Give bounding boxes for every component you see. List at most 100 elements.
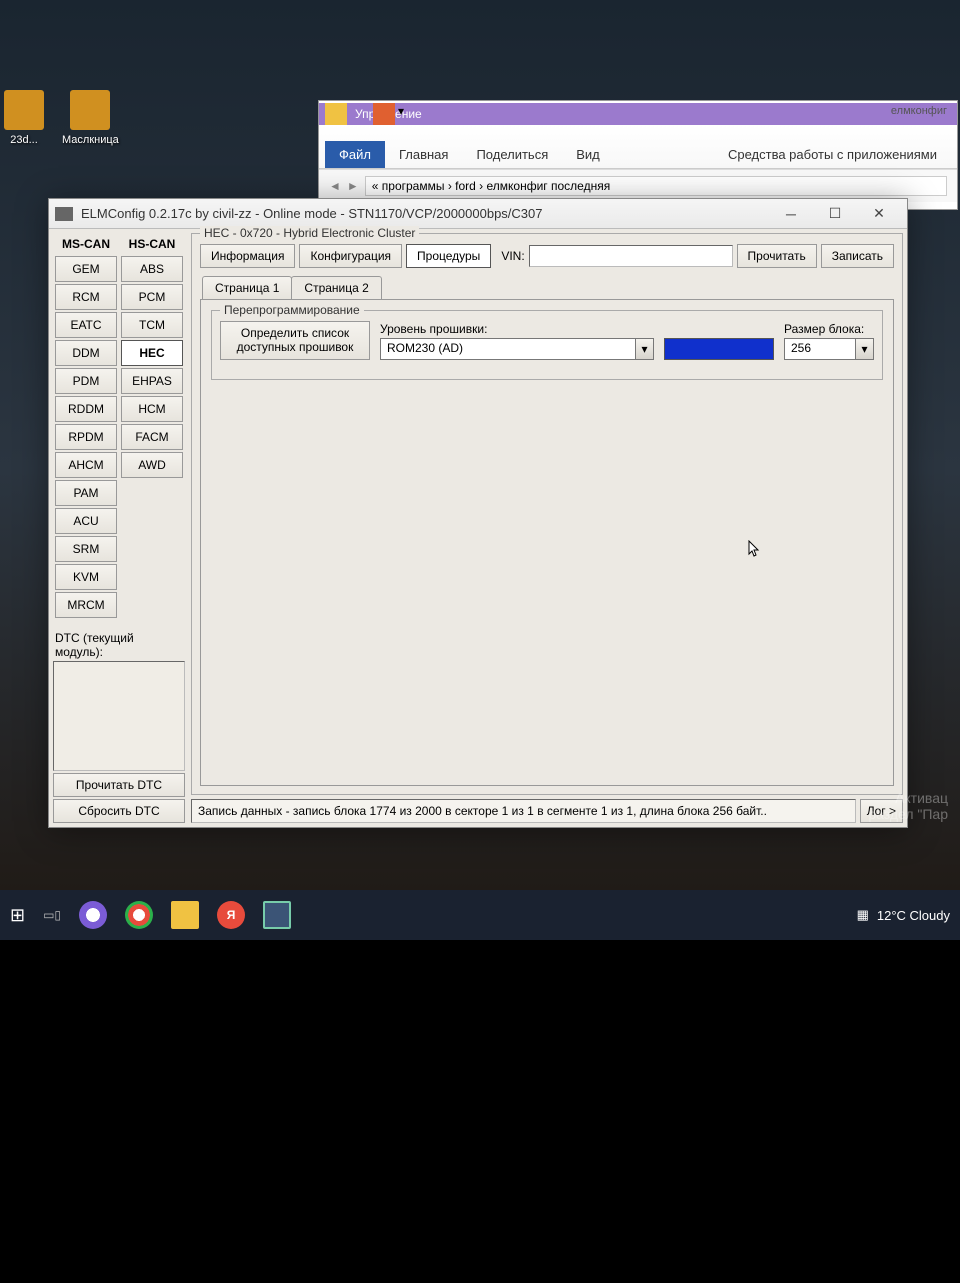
taskbar: ⊞ ▭▯ Я ▦ 12°C Cloudy bbox=[0, 890, 960, 940]
watermark-line2: раздел "Пар bbox=[868, 806, 948, 822]
ms-can-column: GEM RCM EATC DDM PDM RDDM RPDM AHCM PAM … bbox=[53, 255, 119, 619]
module-facm[interactable]: FACM bbox=[121, 424, 183, 450]
module-ehpas[interactable]: EHPAS bbox=[121, 368, 183, 394]
nav-back-icon[interactable]: ◄ bbox=[329, 179, 341, 193]
ms-can-header: MS-CAN bbox=[53, 233, 119, 255]
watermark-line1: Активац bbox=[868, 790, 948, 806]
desktop: 23d... Маслкница ▾ Управление елмконфиг … bbox=[0, 0, 960, 940]
desktop-icon[interactable]: 23d... bbox=[4, 90, 44, 146]
module-mrcm[interactable]: MRCM bbox=[55, 592, 117, 618]
app-icon bbox=[55, 207, 73, 221]
module-ddm[interactable]: DDM bbox=[55, 340, 117, 366]
read-dtc-button[interactable]: Прочитать DTC bbox=[53, 773, 185, 797]
module-awd[interactable]: AWD bbox=[121, 452, 183, 478]
detect-firmware-button[interactable]: Определить список доступных прошивок bbox=[220, 321, 370, 360]
hs-can-header: HS-CAN bbox=[119, 233, 185, 255]
module-eatc[interactable]: EATC bbox=[55, 312, 117, 338]
block-size-label: Размер блока: bbox=[784, 322, 874, 336]
explorer-quick-access-toolbar: ▾ bbox=[325, 103, 419, 125]
vin-input[interactable] bbox=[529, 245, 733, 267]
breadcrumb[interactable]: « программы › ford › елмконфиг последняя bbox=[365, 176, 947, 196]
detect-firmware-line1: Определить список bbox=[227, 326, 363, 340]
desktop-icon-label: 23d... bbox=[10, 134, 38, 146]
weather-widget[interactable]: 12°C Cloudy bbox=[877, 908, 950, 923]
explorer-ribbon: Файл Главная Поделиться Вид Средства раб… bbox=[319, 125, 957, 169]
module-group-title: HEC - 0x720 - Hybrid Electronic Cluster bbox=[200, 226, 419, 240]
chevron-down-icon[interactable]: ▾ bbox=[856, 338, 874, 360]
reprogramming-groupbox: Перепрограммирование Определить список д… bbox=[211, 310, 883, 380]
titlebar: ELMConfig 0.2.17c by civil-zz - Online m… bbox=[49, 199, 907, 229]
minimize-button[interactable]: ─ bbox=[769, 200, 813, 228]
taskbar-explorer-icon[interactable] bbox=[171, 901, 199, 929]
maximize-button[interactable]: ☐ bbox=[813, 200, 857, 228]
explorer-home-tab[interactable]: Главная bbox=[385, 141, 462, 168]
desktop-icon[interactable]: Маслкница bbox=[62, 90, 119, 146]
detect-firmware-line2: доступных прошивок bbox=[227, 340, 363, 354]
explorer-window: ▾ Управление елмконфиг Файл Главная Поде… bbox=[318, 100, 958, 210]
reprogramming-legend: Перепрограммирование bbox=[220, 303, 364, 317]
windows-activation-watermark: Активац раздел "Пар bbox=[868, 790, 948, 822]
taskbar-elmconfig-icon[interactable] bbox=[263, 901, 291, 929]
module-pcm[interactable]: PCM bbox=[121, 284, 183, 310]
module-ahcm[interactable]: AHCM bbox=[55, 452, 117, 478]
explorer-file-menu[interactable]: Файл bbox=[325, 141, 385, 168]
close-button[interactable]: ✕ bbox=[857, 200, 901, 228]
module-abs[interactable]: ABS bbox=[121, 256, 183, 282]
firmware-select[interactable]: ROM230 (AD) ▾ bbox=[380, 338, 654, 360]
elmconfig-window: ELMConfig 0.2.17c by civil-zz - Online m… bbox=[48, 198, 908, 828]
chevron-down-icon[interactable]: ▾ bbox=[636, 338, 654, 360]
module-acu[interactable]: ACU bbox=[55, 508, 117, 534]
explorer-view-tab[interactable]: Вид bbox=[562, 141, 614, 168]
firmware-level-label: Уровень прошивки: bbox=[380, 322, 654, 336]
module-rcm[interactable]: RCM bbox=[55, 284, 117, 310]
qat-dropdown[interactable]: ▾ bbox=[397, 103, 419, 125]
progress-bar bbox=[664, 338, 774, 360]
tab-info[interactable]: Информация bbox=[200, 244, 295, 268]
nav-forward-icon[interactable]: ► bbox=[347, 179, 359, 193]
taskbar-browser-icon[interactable] bbox=[79, 901, 107, 929]
vin-label: VIN: bbox=[501, 249, 524, 263]
desktop-icon-label: Маслкница bbox=[62, 134, 119, 146]
qat-button[interactable] bbox=[373, 103, 395, 125]
file-icon bbox=[4, 90, 44, 130]
news-icon[interactable]: ▦ bbox=[857, 907, 869, 923]
taskbar-yandex-icon[interactable]: Я bbox=[217, 901, 245, 929]
tab-config[interactable]: Конфигурация bbox=[299, 244, 402, 268]
module-hcm[interactable]: HCM bbox=[121, 396, 183, 422]
dtc-label: DTC (текущий модуль): bbox=[53, 629, 185, 661]
module-pam[interactable]: PAM bbox=[55, 480, 117, 506]
page-tab-1[interactable]: Страница 1 bbox=[202, 276, 292, 299]
module-selector-pane: MS-CAN HS-CAN GEM RCM EATC DDM PDM RDDM … bbox=[53, 233, 185, 823]
window-title: ELMConfig 0.2.17c by civil-zz - Online m… bbox=[81, 206, 543, 221]
dtc-list[interactable] bbox=[53, 661, 185, 771]
main-content-pane: HEC - 0x720 - Hybrid Electronic Cluster … bbox=[191, 233, 903, 823]
module-tcm[interactable]: TCM bbox=[121, 312, 183, 338]
explorer-share-tab[interactable]: Поделиться bbox=[462, 141, 562, 168]
file-icon bbox=[70, 90, 110, 130]
block-size-select[interactable]: 256 ▾ bbox=[784, 338, 874, 360]
dtc-panel: DTC (текущий модуль): bbox=[53, 629, 185, 771]
page-tab-2[interactable]: Страница 2 bbox=[291, 276, 381, 299]
task-view-button[interactable]: ▭▯ bbox=[43, 908, 61, 922]
qat-button[interactable] bbox=[349, 103, 371, 125]
clear-dtc-button[interactable]: Сбросить DTC bbox=[53, 799, 185, 823]
module-rpdm[interactable]: RPDM bbox=[55, 424, 117, 450]
module-hec[interactable]: HEC bbox=[121, 340, 183, 366]
module-gem[interactable]: GEM bbox=[55, 256, 117, 282]
explorer-window-title: елмконфиг bbox=[891, 105, 947, 117]
hs-can-column: ABS PCM TCM HEC EHPAS HCM FACM AWD bbox=[119, 255, 185, 619]
taskbar-chrome-icon[interactable] bbox=[125, 901, 153, 929]
module-srm[interactable]: SRM bbox=[55, 536, 117, 562]
start-button[interactable]: ⊞ bbox=[10, 905, 25, 926]
module-pdm[interactable]: PDM bbox=[55, 368, 117, 394]
tab-procedures[interactable]: Процедуры bbox=[406, 244, 491, 268]
firmware-selected-value: ROM230 (AD) bbox=[380, 338, 636, 360]
write-button[interactable]: Записать bbox=[821, 244, 894, 268]
explorer-manage-sub-tab[interactable]: Средства работы с приложениями bbox=[714, 141, 951, 168]
module-rddm[interactable]: RDDM bbox=[55, 396, 117, 422]
module-kvm[interactable]: KVM bbox=[55, 564, 117, 590]
read-button[interactable]: Прочитать bbox=[737, 244, 817, 268]
module-groupbox: HEC - 0x720 - Hybrid Electronic Cluster … bbox=[191, 233, 903, 795]
page-content: Перепрограммирование Определить список д… bbox=[200, 299, 894, 786]
block-size-value: 256 bbox=[784, 338, 856, 360]
